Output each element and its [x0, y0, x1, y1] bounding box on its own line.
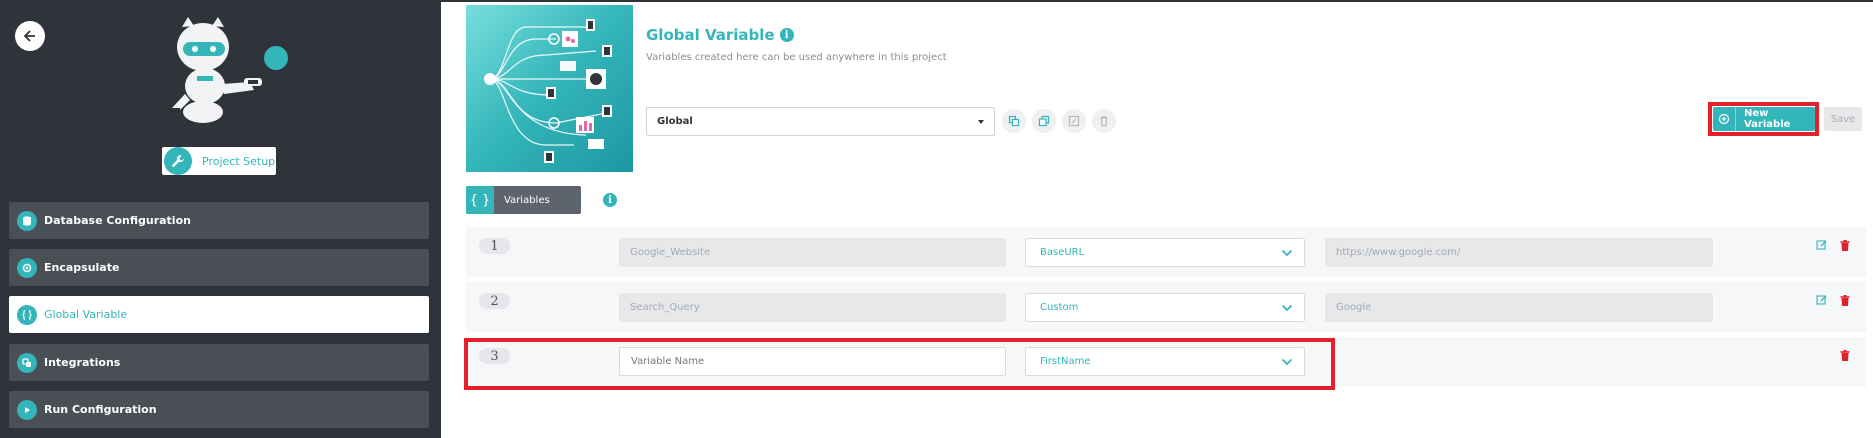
variable-name-field: Search_Query — [619, 293, 1006, 322]
top-border — [441, 0, 1873, 2]
trash-icon — [1840, 239, 1850, 251]
delete-row-button[interactable] — [1838, 238, 1852, 252]
sidebar-item-label: Global Variable — [44, 308, 128, 321]
back-button[interactable] — [15, 21, 45, 51]
caret-down-icon — [978, 119, 984, 124]
chevron-down-icon — [1281, 249, 1293, 256]
wrench-icon — [164, 147, 192, 175]
tab-label: Variables — [504, 194, 550, 206]
delete-scope-button[interactable] — [1092, 109, 1116, 133]
variable-type-dropdown[interactable]: BaseURL — [1025, 238, 1305, 267]
sidebar-item-label: Encapsulate — [44, 261, 120, 274]
braces-icon — [17, 304, 37, 325]
sidebar-item-label: Run Configuration — [44, 403, 157, 416]
edit-icon — [1816, 295, 1827, 305]
plus-circle-icon — [1713, 107, 1736, 131]
page-title: Global Variable i — [646, 26, 794, 44]
sidebar-item-encapsulate[interactable]: Encapsulate — [9, 249, 429, 286]
edit-icon — [1068, 115, 1080, 127]
duplicate-button[interactable] — [1032, 109, 1056, 133]
row-number: 1 — [479, 238, 510, 254]
sidebar-item-label: Integrations — [44, 356, 121, 369]
sidebar-item-database-configuration[interactable]: Database Configuration — [9, 202, 429, 239]
play-icon — [17, 399, 37, 420]
new-variable-button[interactable]: New Variable — [1713, 107, 1815, 131]
trash-icon — [1840, 349, 1850, 361]
page-title-text: Global Variable — [646, 26, 775, 44]
variable-name-field: Google_Website — [619, 238, 1006, 267]
trash-icon — [1840, 294, 1850, 306]
page-subtitle: Variables created here can be used anywh… — [646, 52, 947, 63]
variable-value-field: https://www.google.com/ — [1325, 238, 1713, 267]
scope-select-value: Global — [657, 116, 693, 127]
sidebar: Project Setup Database Configuration Enc… — [0, 0, 441, 438]
sidebar-item-label: Database Configuration — [44, 214, 191, 227]
arrow-left-icon — [23, 30, 35, 42]
row-number: 2 — [479, 293, 510, 309]
encapsulate-icon — [17, 257, 37, 278]
copy-icon — [1008, 115, 1020, 127]
project-setup-button[interactable]: Project Setup — [162, 147, 276, 175]
variable-type-value: BaseURL — [1040, 247, 1085, 258]
integrations-icon — [17, 352, 37, 373]
scope-select[interactable]: Global — [646, 107, 995, 136]
chevron-down-icon — [1281, 304, 1293, 311]
tab-variables[interactable]: { } Variables — [466, 186, 581, 214]
robot-illustration — [168, 17, 288, 123]
braces-icon: { } — [466, 186, 494, 214]
edit-icon — [1816, 240, 1827, 250]
info-icon[interactable]: i — [779, 28, 794, 42]
sidebar-item-integrations[interactable]: Integrations — [9, 344, 429, 381]
database-icon — [17, 210, 37, 231]
variable-value-field: Google — [1325, 293, 1713, 322]
trash-icon — [1100, 116, 1108, 127]
variable-type-dropdown[interactable]: Custom — [1025, 293, 1305, 322]
save-button[interactable]: Save — [1824, 107, 1862, 131]
copy-button[interactable] — [1002, 109, 1026, 133]
edit-scope-button[interactable] — [1062, 109, 1086, 133]
new-row-highlight — [464, 338, 1335, 390]
edit-row-button[interactable] — [1815, 293, 1829, 307]
network-illustration — [466, 5, 633, 172]
delete-row-button[interactable] — [1838, 348, 1852, 362]
edit-row-button[interactable] — [1815, 238, 1829, 252]
variables-info-icon[interactable]: i — [603, 193, 617, 207]
sidebar-item-global-variable[interactable]: Global Variable — [9, 296, 429, 333]
new-variable-label: New Variable — [1743, 108, 1791, 130]
variable-type-value: Custom — [1040, 302, 1079, 313]
project-setup-label: Project Setup — [202, 154, 276, 168]
sidebar-item-run-configuration[interactable]: Run Configuration — [9, 391, 429, 428]
delete-row-button[interactable] — [1838, 293, 1852, 307]
duplicate-icon — [1038, 115, 1050, 127]
